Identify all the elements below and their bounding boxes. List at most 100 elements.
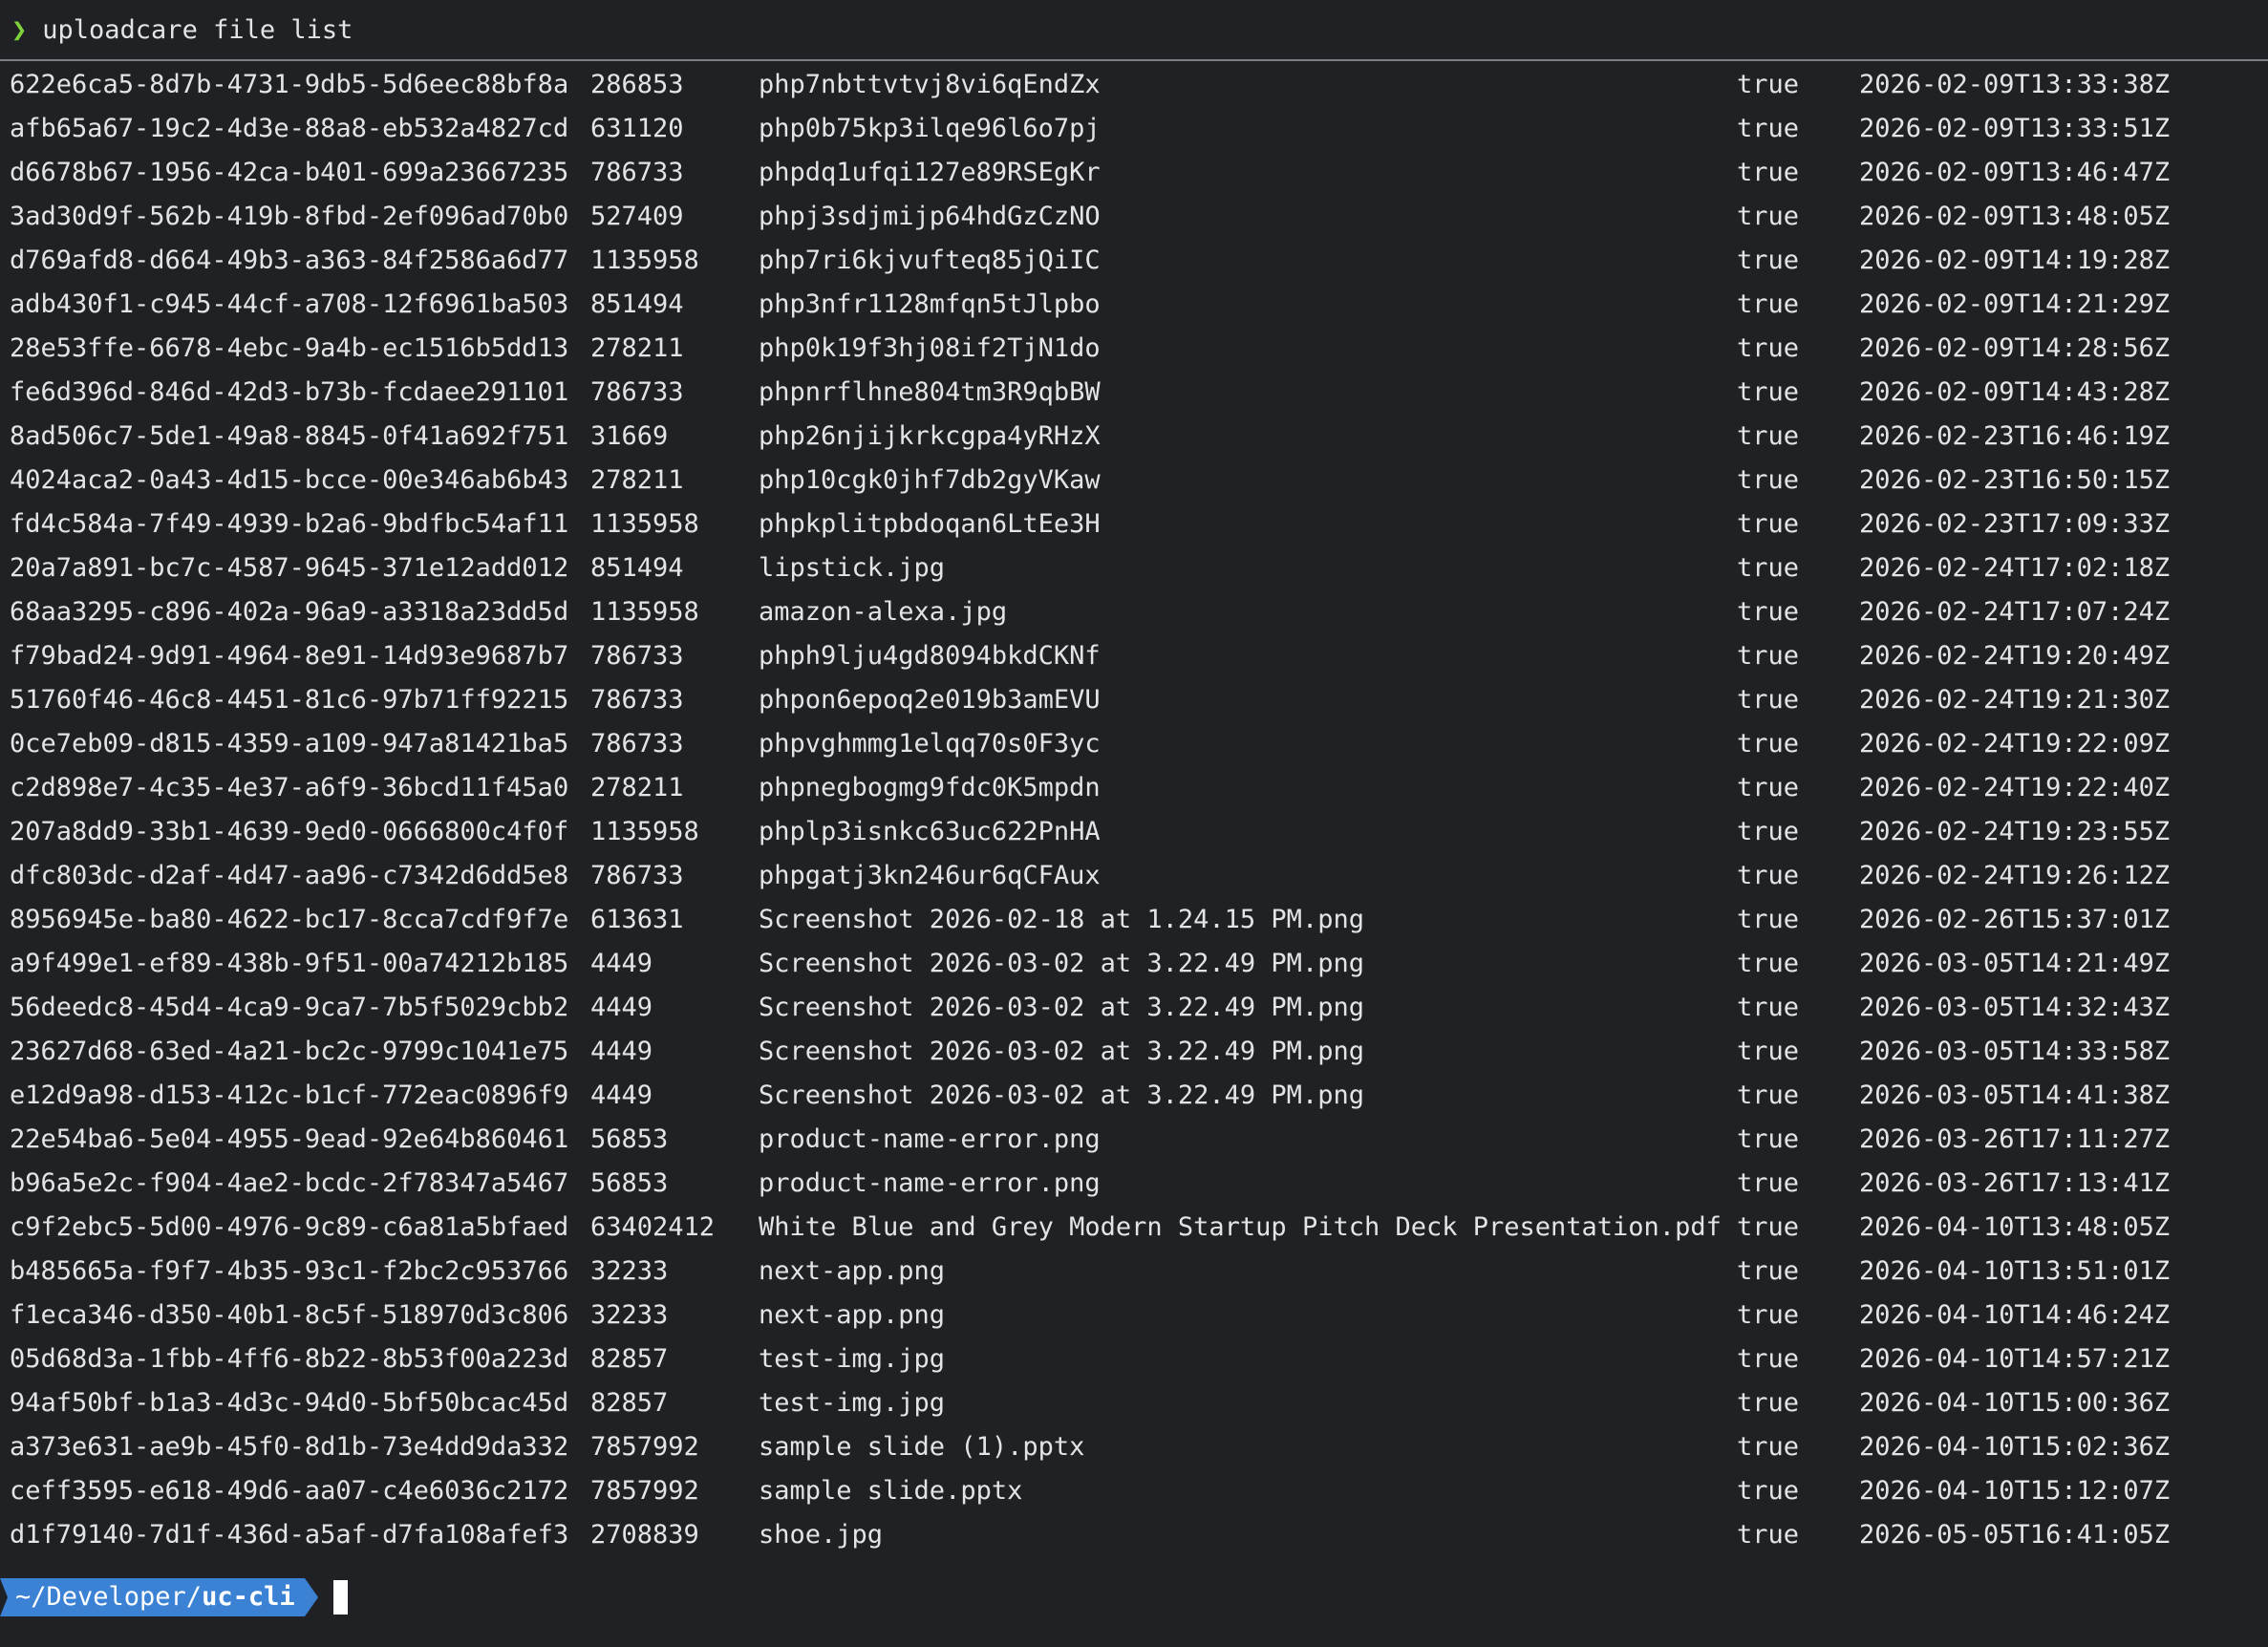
table-row: 20a7a891-bc7c-4587-9645-371e12add012 8514… (0, 546, 2268, 590)
file-stored: true (1737, 158, 1800, 187)
file-stored: true (1737, 861, 1800, 890)
file-stored: true (1737, 729, 1800, 759)
prompt-path-badge: ~/Developer/uc-cli (0, 1578, 318, 1616)
file-size: 1135958 (590, 246, 699, 275)
file-uuid: 94af50bf-b1a3-4d3c-94d0-5bf50bcac45d (10, 1388, 569, 1418)
file-name: next-app.png (759, 1300, 946, 1330)
file-datetime: 2026-02-09T13:46:47Z (1859, 158, 2171, 187)
file-datetime: 2026-04-10T14:46:24Z (1859, 1300, 2171, 1330)
table-row: c2d898e7-4c35-4e37-a6f9-36bcd11f45a0 2782… (0, 766, 2268, 810)
table-row: f79bad24-9d91-4964-8e91-14d93e9687b7 7867… (0, 634, 2268, 678)
file-name: Screenshot 2026-03-02 at 3.22.49 PM.png (759, 993, 1364, 1022)
file-stored: true (1737, 1080, 1800, 1110)
file-name: phpnegbogmg9fdc0K5mpdn (759, 773, 1101, 802)
file-uuid: 56deedc8-45d4-4ca9-9ca7-7b5f5029cbb2 (10, 993, 569, 1022)
file-stored: true (1737, 1476, 1800, 1506)
file-uuid: f79bad24-9d91-4964-8e91-14d93e9687b7 (10, 641, 569, 671)
file-datetime: 2026-02-23T16:46:19Z (1859, 421, 2171, 451)
file-uuid: adb430f1-c945-44cf-a708-12f6961ba503 (10, 289, 569, 319)
file-size: 4449 (590, 1037, 653, 1066)
file-stored: true (1737, 1212, 1800, 1242)
terminal-output[interactable]: 5d849176-6243-4cfa-85e6-28ecd7ee5daa2868… (0, 61, 2268, 1567)
file-datetime: 2026-02-24T19:22:09Z (1859, 729, 2171, 759)
file-datetime: 2026-02-09T14:21:29Z (1859, 289, 2171, 319)
file-stored: true (1737, 202, 1800, 231)
table-row: c9f2ebc5-5d00-4976-9c89-c6a81a5bfaed 6340… (0, 1206, 2268, 1250)
file-name: Screenshot 2026-02-18 at 1.24.15 PM.png (759, 905, 1364, 934)
file-stored: true (1737, 246, 1800, 275)
file-uuid: 05d68d3a-1fbb-4ff6-8b22-8b53f00a223d (10, 1344, 569, 1374)
file-uuid: ceff3595-e618-49d6-aa07-c4e6036c2172 (10, 1476, 569, 1506)
table-row: 68aa3295-c896-402a-96a9-a3318a23dd5d 1135… (0, 590, 2268, 634)
file-uuid: f1eca346-d350-40b1-8c5f-518970d3c806 (10, 1300, 569, 1330)
command-line: ❯ uploadcare file list (0, 0, 2268, 61)
file-datetime: 2026-02-26T15:37:01Z (1859, 905, 2171, 934)
table-row: dfc803dc-d2af-4d47-aa96-c7342d6dd5e8 7867… (0, 854, 2268, 898)
file-stored: true (1737, 993, 1800, 1022)
file-size: 82857 (590, 1388, 669, 1418)
file-name: phpgatj3kn246ur6qCFAux (759, 861, 1101, 890)
file-size: 4449 (590, 1080, 653, 1110)
file-datetime: 2026-04-10T15:12:07Z (1859, 1476, 2171, 1506)
file-stored: true (1737, 553, 1800, 583)
file-uuid: a9f499e1-ef89-438b-9f51-00a74212b185 (10, 949, 569, 978)
file-stored: true (1737, 597, 1800, 627)
file-datetime: 2026-02-24T19:20:49Z (1859, 641, 2171, 671)
file-uuid: fe6d396d-846d-42d3-b73b-fcdaee291101 (10, 377, 569, 407)
file-stored: true (1737, 1256, 1800, 1286)
prompt-path-prefix: ~/Developer/ (15, 1582, 203, 1612)
file-size: 4449 (590, 949, 653, 978)
file-datetime: 2026-05-05T16:41:05Z (1859, 1520, 2171, 1550)
file-name: phpkplitpbdoqan6LtEe3H (759, 509, 1101, 539)
table-row: 28e53ffe-6678-4ebc-9a4b-ec1516b5dd13 2782… (0, 327, 2268, 371)
file-uuid: a373e631-ae9b-45f0-8d1b-73e4dd9da332 (10, 1432, 569, 1462)
table-row: d1f79140-7d1f-436d-a5af-d7fa108afef3 2708… (0, 1513, 2268, 1557)
table-row: d6678b67-1956-42ca-b401-699a23667235 7867… (0, 151, 2268, 195)
file-datetime: 2026-02-24T17:07:24Z (1859, 597, 2171, 627)
file-stored: true (1737, 1432, 1800, 1462)
table-row: afb65a67-19c2-4d3e-88a8-eb532a4827cd 6311… (0, 107, 2268, 151)
file-uuid: 28e53ffe-6678-4ebc-9a4b-ec1516b5dd13 (10, 333, 569, 363)
file-datetime: 2026-02-09T14:28:56Z (1859, 333, 2171, 363)
file-size: 31669 (590, 421, 669, 451)
file-size: 786733 (590, 861, 684, 890)
file-stored: true (1737, 1300, 1800, 1330)
file-name: phpon6epoq2e019b3amEVU (759, 685, 1101, 715)
file-name: sample slide (1).pptx (759, 1432, 1085, 1462)
table-row: 622e6ca5-8d7b-4731-9db5-5d6eec88bf8a 2868… (0, 63, 2268, 107)
file-name: White Blue and Grey Modern Startup Pitch… (759, 1212, 1722, 1242)
table-row: 4024aca2-0a43-4d15-bcce-00e346ab6b43 2782… (0, 459, 2268, 503)
file-uuid: b485665a-f9f7-4b35-93c1-f2bc2c953766 (10, 1256, 569, 1286)
table-row: f1eca346-d350-40b1-8c5f-518970d3c806 3223… (0, 1294, 2268, 1337)
file-uuid: fd4c584a-7f49-4939-b2a6-9bdfbc54af11 (10, 509, 569, 539)
file-datetime: 2026-02-09T13:33:51Z (1859, 114, 2171, 143)
file-size: 1135958 (590, 817, 699, 846)
file-name: test-img.jpg (759, 1388, 946, 1418)
file-size: 2708839 (590, 1520, 699, 1550)
file-stored: true (1737, 1520, 1800, 1550)
file-uuid: 8ad506c7-5de1-49a8-8845-0f41a692f751 (10, 421, 569, 451)
table-row: 56deedc8-45d4-4ca9-9ca7-7b5f5029cbb2 4449… (0, 986, 2268, 1030)
file-datetime: 2026-04-10T15:00:36Z (1859, 1388, 2171, 1418)
file-datetime: 2026-02-24T19:22:40Z (1859, 773, 2171, 802)
file-size: 7857992 (590, 1432, 699, 1462)
file-stored: true (1737, 685, 1800, 715)
file-uuid: e12d9a98-d153-412c-b1cf-772eac0896f9 (10, 1080, 569, 1110)
file-datetime: 2026-04-10T13:51:01Z (1859, 1256, 2171, 1286)
file-size: 786733 (590, 158, 684, 187)
table-row: ceff3595-e618-49d6-aa07-c4e6036c2172 7857… (0, 1469, 2268, 1513)
file-datetime: 2026-03-05T14:32:43Z (1859, 993, 2171, 1022)
file-name: phpnrflhne804tm3R9qbBW (759, 377, 1101, 407)
table-row: e12d9a98-d153-412c-b1cf-772eac0896f9 4449… (0, 1074, 2268, 1118)
table-row: 3ad30d9f-562b-419b-8fbd-2ef096ad70b0 5274… (0, 195, 2268, 239)
file-size: 56853 (590, 1124, 669, 1154)
file-datetime: 2026-02-23T16:50:15Z (1859, 465, 2171, 495)
file-name: php7ri6kjvufteq85jQiIC (759, 246, 1101, 275)
file-name: phpdq1ufqi127e89RSEgKr (759, 158, 1101, 187)
file-stored: true (1737, 465, 1800, 495)
file-uuid: dfc803dc-d2af-4d47-aa96-c7342d6dd5e8 (10, 861, 569, 890)
file-name: phplp3isnkc63uc622PnHA (759, 817, 1101, 846)
text-cursor[interactable] (332, 1580, 348, 1615)
file-uuid: afb65a67-19c2-4d3e-88a8-eb532a4827cd (10, 114, 569, 143)
file-size: 56853 (590, 1168, 669, 1198)
